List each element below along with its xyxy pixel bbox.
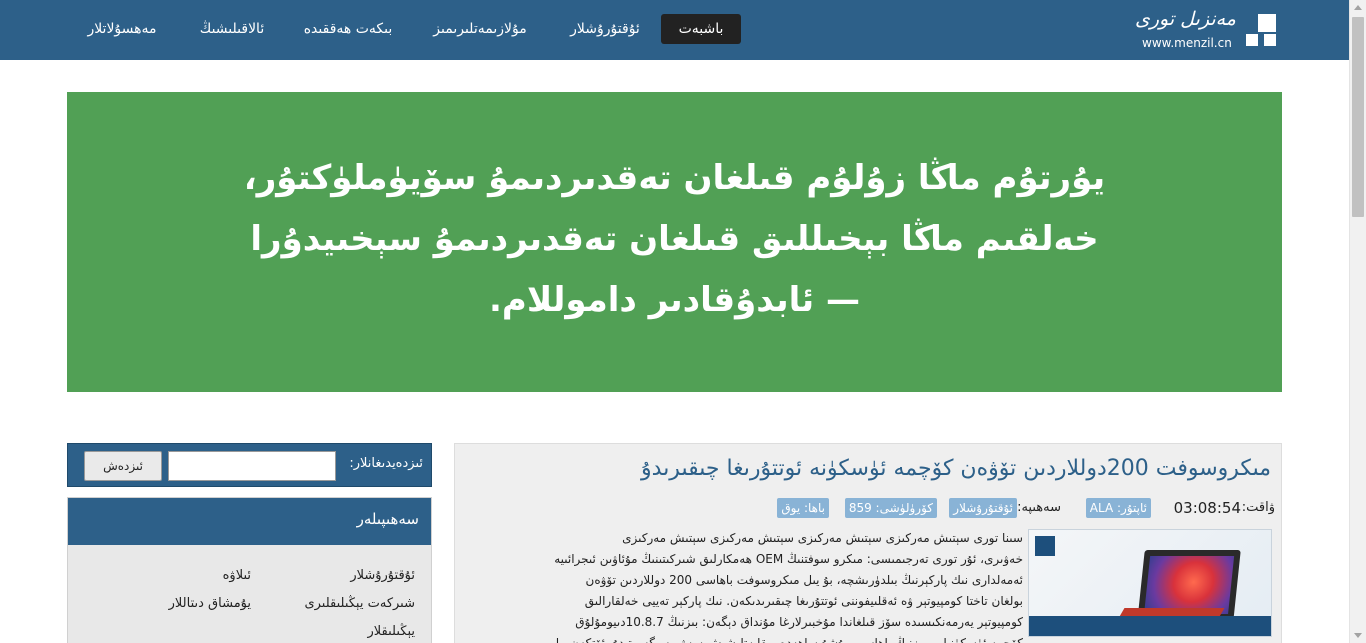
page-scrollbar[interactable] bbox=[1349, 0, 1366, 643]
search-input[interactable] bbox=[168, 451, 336, 481]
article-author-tag[interactable]: ئاپتۇر: ALA bbox=[1085, 498, 1151, 518]
top-nav-bar: مەھسۇلاتلار ئالاقىلىشىڭ بىكەت ھەققىدە مۇ… bbox=[0, 0, 1349, 60]
scrollbar-thumb[interactable] bbox=[1352, 17, 1364, 217]
scroll-up-arrow-icon[interactable] bbox=[1354, 5, 1362, 10]
nav-item-bashbet[interactable]: باشبەت bbox=[661, 14, 741, 44]
article-title-link[interactable]: مىكروسوفت 200دوللاردىن تۆۋەن كۆچمە ئۈسكۈ… bbox=[641, 456, 1271, 481]
nav-item-biket-heqqide[interactable]: بىكەت ھەققىدە bbox=[300, 14, 396, 44]
banner-line-2: خەلقىم ماڭا بېخىللىق قىلغان تەقدىردىمۇ س… bbox=[250, 219, 1099, 259]
nav-item-mulazimetlirimiz[interactable]: مۇلازىمەتلىرىمىز bbox=[426, 14, 534, 44]
search-label: ئىزدەيدىغانلار: bbox=[349, 456, 423, 471]
thumbnail-logo-icon bbox=[1035, 536, 1055, 556]
article-card: مىكروسوفت 200دوللاردىن تۆۋەن كۆچمە ئۈسكۈ… bbox=[454, 443, 1282, 643]
nav-item-uqturushlar[interactable]: ئۇقتۇرۇشلار bbox=[566, 14, 644, 44]
excerpt-line: كومپيوتېر يەرمەنكىسىدە سۆز قىلغاندا مۇخب… bbox=[575, 615, 1023, 629]
quote-banner: يۇرتۇم ماڭا زۇلۇم قىلغان تەقدىردىمۇ سۆيۈ… bbox=[67, 92, 1282, 392]
category-link-ilawe[interactable]: ئىلاۋە bbox=[223, 568, 251, 583]
banner-quote: يۇرتۇم ماڭا زۇلۇم قىلغان تەقدىردىمۇ سۆيۈ… bbox=[67, 148, 1282, 331]
search-button[interactable]: ئىزدەش bbox=[84, 451, 162, 481]
article-section-label: سەھىپە: bbox=[1017, 500, 1061, 515]
logo-square-icon bbox=[1258, 14, 1276, 32]
scroll-down-arrow-icon[interactable] bbox=[1354, 633, 1362, 638]
category-link-yumshaq-ditallar[interactable]: يۇمشاق دىتاللار bbox=[169, 596, 251, 611]
category-link-shirket-yengiliqliri[interactable]: شىركەت يېڭىلىقلىرى bbox=[304, 596, 415, 611]
thumbnail-footer-band bbox=[1029, 616, 1271, 636]
article-views-tag: كۆرۈلۈشى: 859 bbox=[844, 498, 937, 518]
excerpt-line: بولغان تاختا كومپيوتېر ۋە ئەقلىيفوننى ئو… bbox=[584, 594, 1023, 608]
banner-line-3: — ئابدۇقادىر داموللام. bbox=[488, 280, 861, 320]
nav-item-alaqilishing[interactable]: ئالاقىلىشىڭ bbox=[192, 14, 272, 44]
logo-url-text: www.menzil.cn bbox=[1142, 36, 1232, 50]
category-link-yengiliqlar[interactable]: يېڭىلىقلار bbox=[368, 624, 415, 639]
logo-square-icon bbox=[1246, 34, 1258, 46]
article-time-label: ۋاقت: bbox=[1241, 500, 1275, 515]
article-thumbnail-image[interactable] bbox=[1028, 529, 1272, 637]
logo-brand-text: مەنزىل تورى bbox=[1134, 8, 1236, 30]
excerpt-line: سىنا تورى سېتىش مەركىزى سېتىش مەركىزى سې… bbox=[622, 531, 1023, 545]
excerpt-line: خەۋىرى، ئۇر تورى تەرجىمىسى: مىكرو سوفتنى… bbox=[554, 552, 1023, 566]
article-time-value: 03:08:54 bbox=[1173, 499, 1241, 517]
categories-panel: سەھىپىلەر ئۇقتۇرۇشلار ئىلاۋە شىركەت يېڭى… bbox=[67, 497, 432, 643]
nav-item-mehsulatlar[interactable]: مەھسۇلاتلار bbox=[80, 14, 164, 44]
search-panel: ئىزدەيدىغانلار: ئىزدەش bbox=[67, 443, 432, 487]
article-section-tag[interactable]: ئۇقتۇرۇشلار bbox=[949, 498, 1017, 518]
excerpt-line: ئەمەلدارى نىك پاركېرنىڭ بىلدۈرىشچە، بۇ ي… bbox=[585, 573, 1023, 587]
categories-title: سەھىپىلەر bbox=[356, 510, 419, 528]
categories-header: سەھىپىلەر bbox=[68, 498, 431, 545]
article-price-tag: باھا: يوق bbox=[777, 498, 829, 518]
site-logo[interactable]: مەنزىل تورى www.menzil.cn bbox=[1135, 8, 1278, 52]
category-link-uqturushlar[interactable]: ئۇقتۇرۇشلار bbox=[350, 568, 415, 583]
excerpt-line: كۆچمە ئۈسكۈنىلىرىمىزنىڭ باھاسى مۇشۇ ساھە… bbox=[545, 636, 1023, 643]
logo-square-icon bbox=[1264, 34, 1276, 46]
article-excerpt: سىنا تورى سېتىش مەركىزى سېتىش مەركىزى سې… bbox=[463, 528, 1023, 643]
banner-line-1: يۇرتۇم ماڭا زۇلۇم قىلغان تەقدىردىمۇ سۆيۈ… bbox=[243, 158, 1106, 198]
